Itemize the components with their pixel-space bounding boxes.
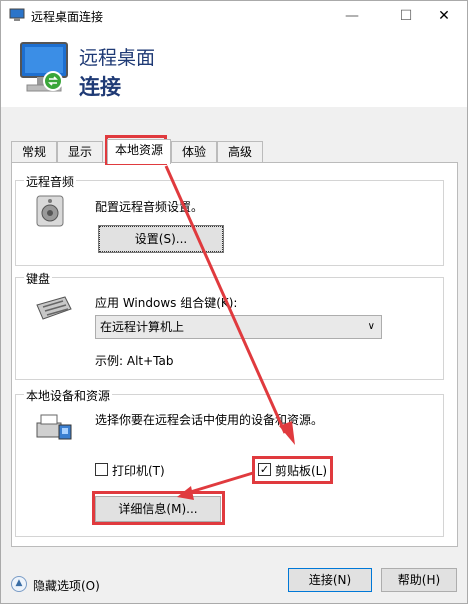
arrow-tab-to-clipboard [164, 165, 287, 434]
remote-desktop-window: 远程桌面连接 — ☐ ✕ 远程桌面 连接 常规 显示 本地资源 体验 高级 远程… [0, 0, 468, 604]
arrowhead-details [177, 486, 194, 500]
tab-local-resources[interactable]: 本地资源 [107, 139, 171, 164]
arrow-clipboard-to-details [186, 471, 254, 495]
annotation-arrows [164, 165, 295, 500]
